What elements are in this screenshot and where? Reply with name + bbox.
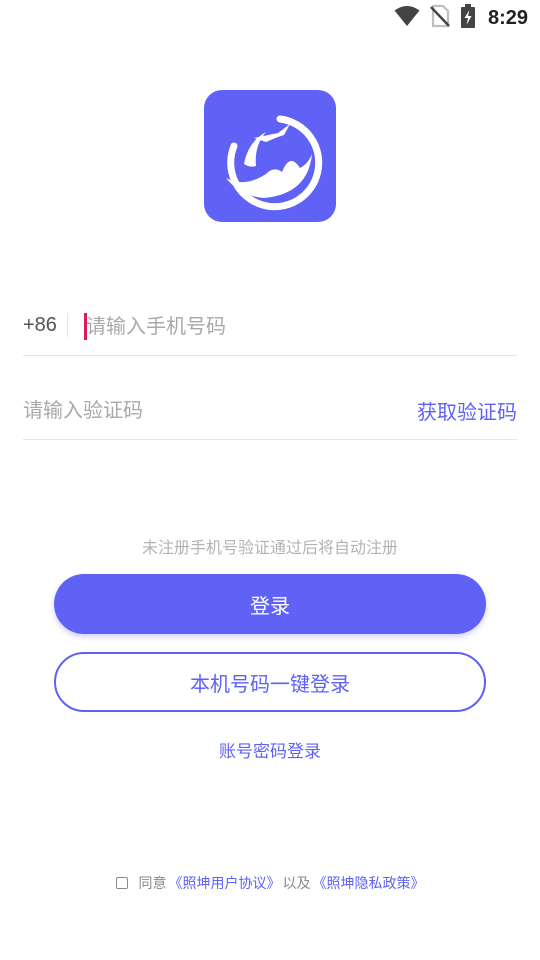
get-code-button[interactable]: 获取验证码	[417, 396, 517, 425]
password-login-row: 账号密码登录	[0, 737, 540, 762]
onekey-login-button[interactable]: 本机号码一键登录	[54, 652, 486, 712]
user-agreement-link[interactable]: 《照坤用户协议》	[169, 873, 281, 893]
login-button-label: 登录	[250, 593, 290, 618]
battery-charging-icon	[460, 4, 476, 32]
country-code-divider	[67, 313, 68, 337]
no-sim-icon	[430, 4, 450, 32]
phone-input[interactable]	[82, 308, 506, 344]
login-button[interactable]: 登录	[54, 574, 486, 634]
agreement-prefix: 同意	[138, 876, 167, 892]
privacy-policy-link[interactable]: 《照坤隐私政策》	[313, 873, 425, 893]
country-code[interactable]: +86	[23, 314, 57, 337]
verification-code-input[interactable]	[23, 392, 363, 428]
agree-checkbox[interactable]	[115, 877, 128, 889]
status-bar: 8:29	[0, 0, 540, 36]
agreement: 同意 《照坤用户协议》 以及 《照坤隐私政策》	[0, 873, 540, 893]
password-login-link[interactable]: 账号密码登录	[219, 742, 321, 762]
code-row: 获取验证码	[23, 384, 517, 440]
app-logo	[204, 90, 336, 222]
agreement-middle: 以及	[282, 876, 311, 892]
wifi-icon	[394, 5, 420, 31]
status-icons: 8:29	[394, 4, 528, 32]
phone-row: +86	[23, 300, 517, 356]
onekey-login-label: 本机号码一键登录	[190, 671, 350, 696]
app-logo-icon	[226, 115, 323, 211]
text-cursor	[84, 313, 87, 340]
register-hint: 未注册手机号验证通过后将自动注册	[141, 538, 398, 557]
status-time: 8:29	[487, 6, 528, 29]
